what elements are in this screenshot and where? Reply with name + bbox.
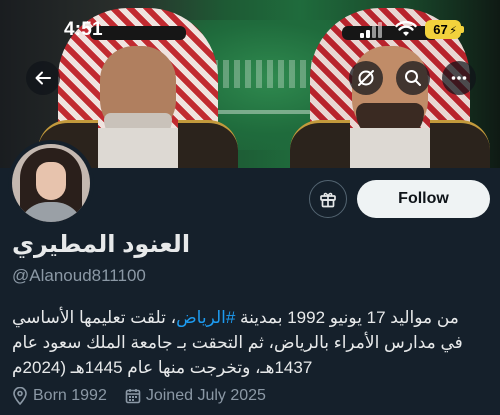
bio-line-1-suffix: ، تلقت تعليمها الأساسي: [12, 308, 177, 327]
gift-button[interactable]: [309, 180, 347, 218]
back-button[interactable]: [26, 61, 60, 95]
status-time: 4:51: [64, 19, 103, 40]
profile-meta: Born 1992 Joined July 2025: [12, 387, 284, 405]
born-item: Born 1992: [12, 387, 107, 405]
search-button[interactable]: [396, 61, 430, 95]
signal-icon: [360, 22, 386, 38]
arrow-left-icon: [35, 71, 51, 85]
charging-bolt-icon: ⚡: [449, 25, 457, 37]
bio-line-1-prefix: من مواليد 17 يونيو 1992 بمدينة: [235, 308, 459, 327]
joined-text: Joined July 2025: [145, 387, 266, 404]
bio-hashtag-link[interactable]: #الرياض: [176, 308, 235, 327]
more-horizontal-icon: [451, 76, 467, 80]
joined-item: Joined July 2025: [125, 387, 266, 405]
bio-line-3: 1437هـ، وتخرجت منها عام 1445هـ (2024م: [12, 358, 313, 377]
wifi-icon: [395, 20, 417, 36]
display-name: العنود المطيري: [12, 231, 191, 258]
follow-button[interactable]: Follow: [357, 180, 490, 218]
battery-level: 67: [433, 22, 448, 37]
grok-button[interactable]: [349, 61, 383, 95]
status-bar: 4:51 67 ⚡: [0, 0, 500, 60]
born-text: Born 1992: [33, 387, 107, 404]
user-handle: @Alanoud811100: [12, 266, 146, 285]
more-button[interactable]: [442, 61, 476, 95]
battery-indicator: 67 ⚡: [425, 20, 464, 39]
calendar-icon: [125, 389, 141, 404]
grok-icon: [358, 70, 374, 86]
search-icon: [405, 70, 421, 86]
avatar[interactable]: [12, 144, 90, 222]
gift-icon: [320, 192, 336, 208]
bio-line-1: من مواليد 17 يونيو 1992 بمدينة #الرياض، …: [12, 305, 488, 330]
location-pin-icon: [13, 387, 27, 405]
bio-line-2: في مدارس الأمراء بالرياض، ثم التحقت بـ ج…: [12, 333, 463, 352]
profile-bio: من مواليد 17 يونيو 1992 بمدينة #الرياض، …: [12, 305, 488, 380]
